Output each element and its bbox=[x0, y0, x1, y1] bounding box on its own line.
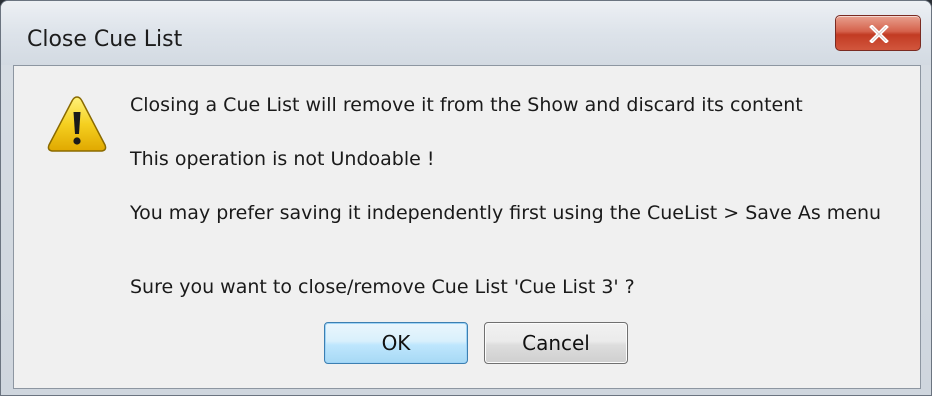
dialog-window: Close Cue List Closing a Cue List will r… bbox=[0, 0, 932, 396]
cancel-button[interactable]: Cancel bbox=[484, 322, 628, 364]
confirmation-question: Sure you want to close/remove Cue List '… bbox=[130, 276, 635, 298]
message-line-2: This operation is not Undoable ! bbox=[130, 148, 435, 170]
dialog-body: Closing a Cue List will remove it from t… bbox=[13, 65, 921, 389]
ok-button[interactable]: OK bbox=[324, 322, 468, 364]
close-icon bbox=[869, 25, 889, 43]
window-title: Close Cue List bbox=[27, 27, 183, 52]
message-line-1: Closing a Cue List will remove it from t… bbox=[130, 94, 803, 116]
title-bar[interactable]: Close Cue List bbox=[1, 1, 931, 65]
close-button[interactable] bbox=[835, 15, 921, 51]
warning-icon bbox=[47, 96, 107, 152]
message-line-3: You may prefer saving it independently f… bbox=[130, 202, 882, 224]
